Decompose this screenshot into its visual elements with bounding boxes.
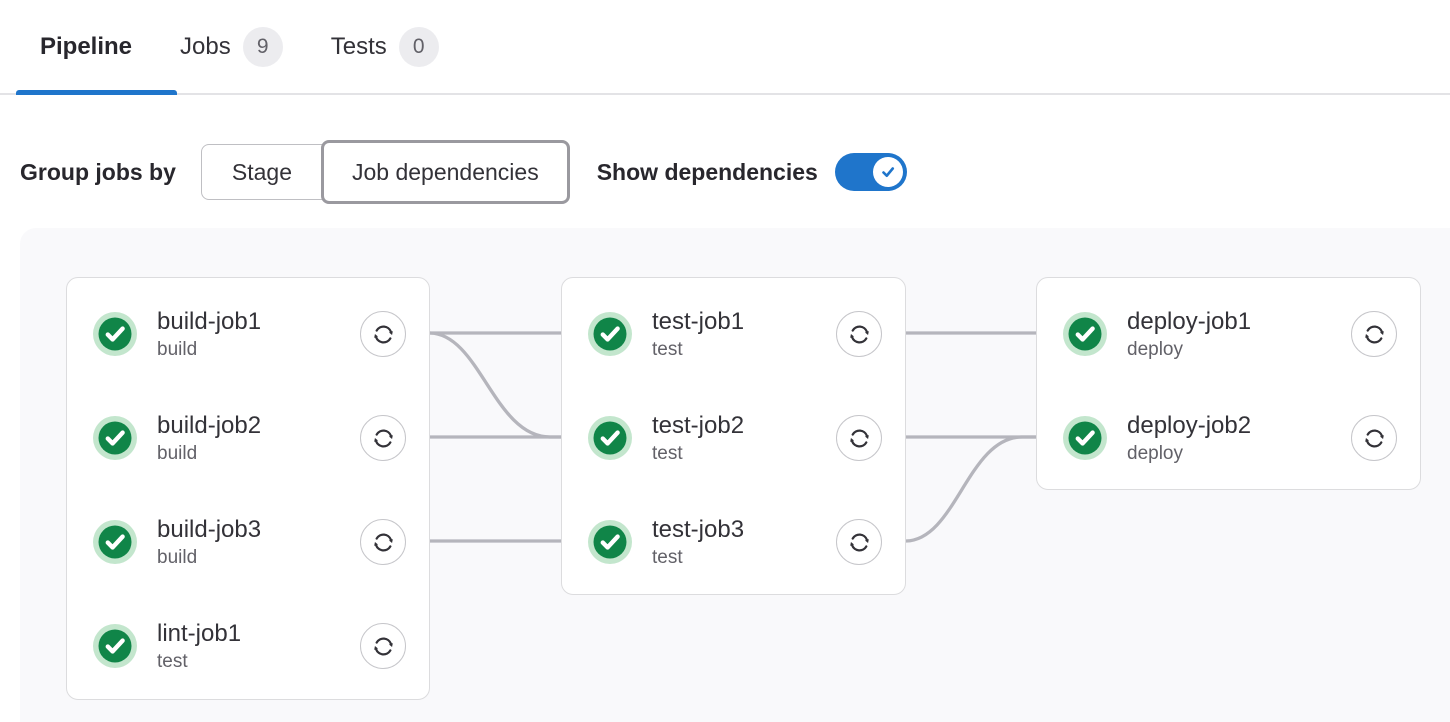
job-info: build-job1 build [157, 306, 360, 363]
job-stage: test [652, 441, 836, 467]
job-stage: test [652, 545, 836, 571]
retry-job-button[interactable] [836, 311, 882, 357]
group-by-stage-label: Stage [232, 159, 292, 186]
status-success-icon [588, 520, 632, 564]
retry-icon [370, 425, 397, 452]
status-success-icon [93, 520, 137, 564]
retry-icon [1361, 321, 1388, 348]
job-node-deploy-job2[interactable]: deploy-job2 deploy [1037, 386, 1420, 490]
retry-icon [370, 633, 397, 660]
status-success-icon [588, 312, 632, 356]
job-info: test-job2 test [652, 410, 836, 467]
tab-pipeline[interactable]: Pipeline [16, 0, 156, 93]
status-success-icon [93, 416, 137, 460]
link-test-job3-deploy-job2 [906, 437, 1036, 541]
job-node-build-job3[interactable]: build-job3 build [67, 490, 429, 594]
job-stage: build [157, 441, 360, 467]
active-tab-indicator [16, 90, 177, 95]
job-info: build-job2 build [157, 410, 360, 467]
job-group-card-deploy: deploy-job1 deploy [1036, 277, 1421, 490]
job-stage: deploy [1127, 337, 1351, 363]
job-name: test-job3 [652, 514, 836, 545]
retry-job-button[interactable] [360, 311, 406, 357]
job-node-test-job1[interactable]: test-job1 test [562, 282, 905, 386]
job-stage: test [652, 337, 836, 363]
retry-job-button[interactable] [360, 415, 406, 461]
job-group-card-build: build-job1 build [66, 277, 430, 700]
retry-icon [846, 425, 873, 452]
retry-icon [370, 321, 397, 348]
status-success-icon [93, 624, 137, 668]
status-success-icon [588, 416, 632, 460]
retry-job-button[interactable] [836, 519, 882, 565]
job-node-deploy-job1[interactable]: deploy-job1 deploy [1037, 282, 1420, 386]
tests-count-badge: 0 [399, 27, 439, 67]
job-group-card-test: test-job1 test [561, 277, 906, 595]
retry-icon [846, 529, 873, 556]
job-stage: build [157, 337, 360, 363]
job-name: deploy-job2 [1127, 410, 1351, 441]
job-stage: test [157, 649, 360, 675]
retry-icon [846, 321, 873, 348]
group-jobs-by-label: Group jobs by [20, 159, 176, 186]
tab-jobs-label: Jobs [180, 33, 231, 61]
job-node-lint-job1[interactable]: lint-job1 test [67, 594, 429, 698]
job-node-test-job2[interactable]: test-job2 test [562, 386, 905, 490]
pipeline-graph: build-job1 build [20, 228, 1450, 722]
job-name: test-job2 [652, 410, 836, 441]
job-info: test-job3 test [652, 514, 836, 571]
retry-icon [370, 529, 397, 556]
job-node-build-job2[interactable]: build-job2 build [67, 386, 429, 490]
retry-icon [1361, 425, 1388, 452]
job-name: test-job1 [652, 306, 836, 337]
job-name: build-job2 [157, 410, 360, 441]
group-by-job-dependencies-button[interactable]: Job dependencies [321, 140, 570, 204]
retry-job-button[interactable] [1351, 311, 1397, 357]
jobs-count-badge: 9 [243, 27, 283, 67]
job-stage: deploy [1127, 441, 1351, 467]
job-name: deploy-job1 [1127, 306, 1351, 337]
graph-controls: Group jobs by Stage Job dependencies Sho… [20, 138, 907, 206]
retry-job-button[interactable] [1351, 415, 1397, 461]
status-success-icon [1063, 416, 1107, 460]
job-info: deploy-job1 deploy [1127, 306, 1351, 363]
job-name: lint-job1 [157, 618, 360, 649]
job-info: lint-job1 test [157, 618, 360, 675]
job-info: deploy-job2 deploy [1127, 410, 1351, 467]
pipeline-tabs: Pipeline Jobs 9 Tests 0 [0, 0, 1450, 93]
check-icon [878, 162, 898, 182]
tab-jobs[interactable]: Jobs 9 [156, 0, 307, 93]
tab-tests-label: Tests [331, 33, 387, 61]
status-success-icon [93, 312, 137, 356]
job-info: test-job1 test [652, 306, 836, 363]
retry-job-button[interactable] [836, 415, 882, 461]
status-success-icon [1063, 312, 1107, 356]
group-by-segmented-control: Stage Job dependencies [201, 140, 570, 204]
toggle-knob [873, 157, 903, 187]
job-name: build-job3 [157, 514, 360, 545]
job-node-build-job1[interactable]: build-job1 build [67, 282, 429, 386]
job-name: build-job1 [157, 306, 360, 337]
job-stage: build [157, 545, 360, 571]
show-dependencies-toggle[interactable] [835, 153, 907, 191]
tab-pipeline-label: Pipeline [40, 33, 132, 61]
job-node-test-job3[interactable]: test-job3 test [562, 490, 905, 594]
retry-job-button[interactable] [360, 519, 406, 565]
job-info: build-job3 build [157, 514, 360, 571]
group-by-job-dependencies-label: Job dependencies [352, 159, 539, 186]
tabs-divider [0, 93, 1450, 95]
link-build-job1-test-job2 [430, 333, 561, 437]
tab-tests[interactable]: Tests 0 [307, 0, 463, 93]
show-dependencies-label: Show dependencies [597, 159, 818, 186]
group-by-stage-button[interactable]: Stage [201, 144, 323, 200]
retry-job-button[interactable] [360, 623, 406, 669]
